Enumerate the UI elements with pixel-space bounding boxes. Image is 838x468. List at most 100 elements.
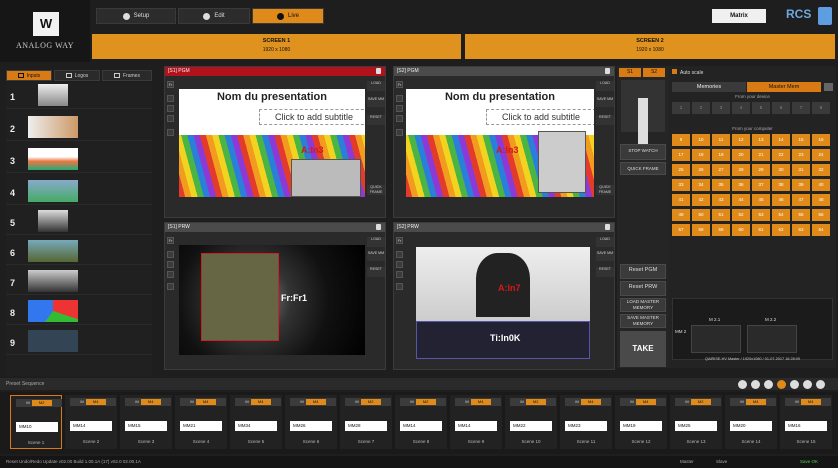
computer-memory-cell[interactable]: 25 [672, 164, 690, 176]
computer-memory-cell[interactable]: 52 [732, 209, 750, 221]
preset-dot[interactable] [738, 380, 747, 389]
computer-memory-cell[interactable]: 44 [732, 194, 750, 206]
computer-memory-cell[interactable]: 41 [672, 194, 690, 206]
load-button[interactable]: LOAD [367, 81, 385, 91]
computer-memory-cell[interactable]: 11 [712, 134, 730, 146]
computer-memory-cell[interactable]: 23 [792, 149, 810, 161]
scene-card[interactable]: M M4 MM21 Scene 4 [175, 395, 227, 449]
computer-memory-cell[interactable]: 54 [772, 209, 790, 221]
computer-memory-cell[interactable]: 10 [692, 134, 710, 146]
tab-master-mem[interactable]: Master Mem [747, 82, 821, 92]
screen-2-bar[interactable]: SCREEN 2 1920 x 1080 [465, 34, 835, 59]
tab-inputs[interactable]: Inputs [6, 70, 52, 81]
computer-memory-cell[interactable]: 28 [732, 164, 750, 176]
tool-a[interactable] [167, 251, 174, 258]
scene-select[interactable]: MM22 [510, 421, 552, 431]
computer-memory-cell[interactable]: 38 [772, 179, 790, 191]
menu-icon[interactable] [824, 83, 833, 91]
reset-button[interactable]: RESET [596, 267, 614, 277]
device-memory-cell[interactable]: 8 [812, 102, 830, 114]
reset-button[interactable]: RESET [367, 267, 385, 277]
computer-memory-cell[interactable]: 29 [752, 164, 770, 176]
scene-select[interactable]: MM14 [455, 421, 497, 431]
s1-toggle[interactable]: S1 [619, 68, 641, 77]
computer-memory-cell[interactable]: 19 [712, 149, 730, 161]
tool-d[interactable] [396, 129, 403, 136]
computer-memory-cell[interactable]: 13 [752, 134, 770, 146]
computer-memory-cell[interactable]: 15 [792, 134, 810, 146]
tool-c[interactable] [167, 115, 174, 122]
computer-memory-cell[interactable]: 21 [752, 149, 770, 161]
preset-dot[interactable] [816, 380, 825, 389]
computer-memory-cell[interactable]: 24 [812, 149, 830, 161]
reset-pgm-button[interactable]: Reset PGM [620, 264, 666, 279]
computer-memory-cell[interactable]: 55 [792, 209, 810, 221]
device-memory-cell[interactable]: 1 [672, 102, 690, 114]
fr-tool[interactable]: Fr [396, 237, 403, 244]
tool-b[interactable] [396, 261, 403, 268]
scene-select[interactable]: MM14 [400, 421, 442, 431]
quick-frame-button[interactable]: QUICK FRAME [367, 185, 385, 195]
computer-memory-cell[interactable]: 60 [732, 224, 750, 236]
preset-dot[interactable] [803, 380, 812, 389]
tool-c[interactable] [396, 271, 403, 278]
computer-memory-cell[interactable]: 27 [712, 164, 730, 176]
fr-tool[interactable]: Fr [396, 81, 403, 88]
input-row[interactable]: 7 [6, 268, 152, 295]
computer-memory-cell[interactable]: 31 [792, 164, 810, 176]
computer-memory-cell[interactable]: 35 [712, 179, 730, 191]
tab-logos[interactable]: Logos [54, 70, 100, 81]
tbar-slider[interactable] [638, 98, 648, 148]
preset-dot[interactable] [764, 380, 773, 389]
reset-prw-button[interactable]: Reset PRW [620, 281, 666, 296]
scene-select[interactable]: MM15 [125, 421, 167, 431]
computer-memory-cell[interactable]: 45 [752, 194, 770, 206]
s1-pgm-preview[interactable]: Nom du presentation Click to add subtitl… [179, 89, 365, 197]
tool-c[interactable] [167, 271, 174, 278]
s2-pgm-preview[interactable]: Nom du presentation Click to add subtitl… [406, 89, 594, 197]
computer-memory-cell[interactable]: 43 [712, 194, 730, 206]
computer-memory-cell[interactable]: 48 [812, 194, 830, 206]
scene-select[interactable]: MM20 [730, 421, 772, 431]
tool-d[interactable] [167, 283, 174, 290]
take-button[interactable]: TAKE [620, 331, 666, 367]
computer-memory-cell[interactable]: 64 [812, 224, 830, 236]
computer-memory-cell[interactable]: 22 [772, 149, 790, 161]
tool-d[interactable] [167, 129, 174, 136]
device-memory-cell[interactable]: 7 [792, 102, 810, 114]
save-mm-button[interactable]: SAVE MM [596, 251, 614, 261]
save-master-memory-button[interactable]: SAVE MASTER MEMORY [620, 314, 666, 328]
fr-tool[interactable]: Fr [167, 237, 174, 244]
scene-card[interactable]: M M2 MM28 Scene 7 [340, 395, 392, 449]
computer-memory-cell[interactable]: 63 [792, 224, 810, 236]
tool-a[interactable] [167, 95, 174, 102]
computer-memory-cell[interactable]: 59 [712, 224, 730, 236]
computer-memory-cell[interactable]: 61 [752, 224, 770, 236]
tool-b[interactable] [167, 105, 174, 112]
tab-setup[interactable]: Setup [96, 8, 176, 24]
scene-select[interactable]: MM34 [235, 421, 277, 431]
input-row[interactable]: 4 [6, 178, 152, 205]
computer-memory-cell[interactable]: 20 [732, 149, 750, 161]
input-row[interactable]: 3 [6, 146, 152, 173]
computer-memory-cell[interactable]: 53 [752, 209, 770, 221]
scene-select[interactable]: MM26 [290, 421, 332, 431]
scene-card[interactable]: M M4 MM23 Scene 11 [560, 395, 612, 449]
scene-card[interactable]: M M4 MM34 Scene 5 [230, 395, 282, 449]
scene-select[interactable]: MM14 [70, 421, 112, 431]
scene-card[interactable]: M M2 MM25 Scene 13 [670, 395, 722, 449]
scene-select[interactable]: MM16 [785, 421, 827, 431]
device-memory-cell[interactable]: 6 [772, 102, 790, 114]
computer-memory-cell[interactable]: 50 [692, 209, 710, 221]
computer-memory-cell[interactable]: 33 [672, 179, 690, 191]
scene-select[interactable]: MM19 [620, 421, 662, 431]
preset-dot[interactable] [777, 380, 786, 389]
input-row[interactable]: 9 [6, 328, 152, 355]
save-mm-button[interactable]: SAVE MM [367, 97, 385, 107]
device-memory-cell[interactable]: 5 [752, 102, 770, 114]
scene-card[interactable]: M M4 MM14 Scene 9 [450, 395, 502, 449]
matrix-button[interactable]: Matrix [712, 9, 766, 23]
computer-memory-cell[interactable]: 34 [692, 179, 710, 191]
s1-prw-preview[interactable]: Fr:Fr1 [179, 245, 365, 355]
computer-memory-cell[interactable]: 57 [672, 224, 690, 236]
